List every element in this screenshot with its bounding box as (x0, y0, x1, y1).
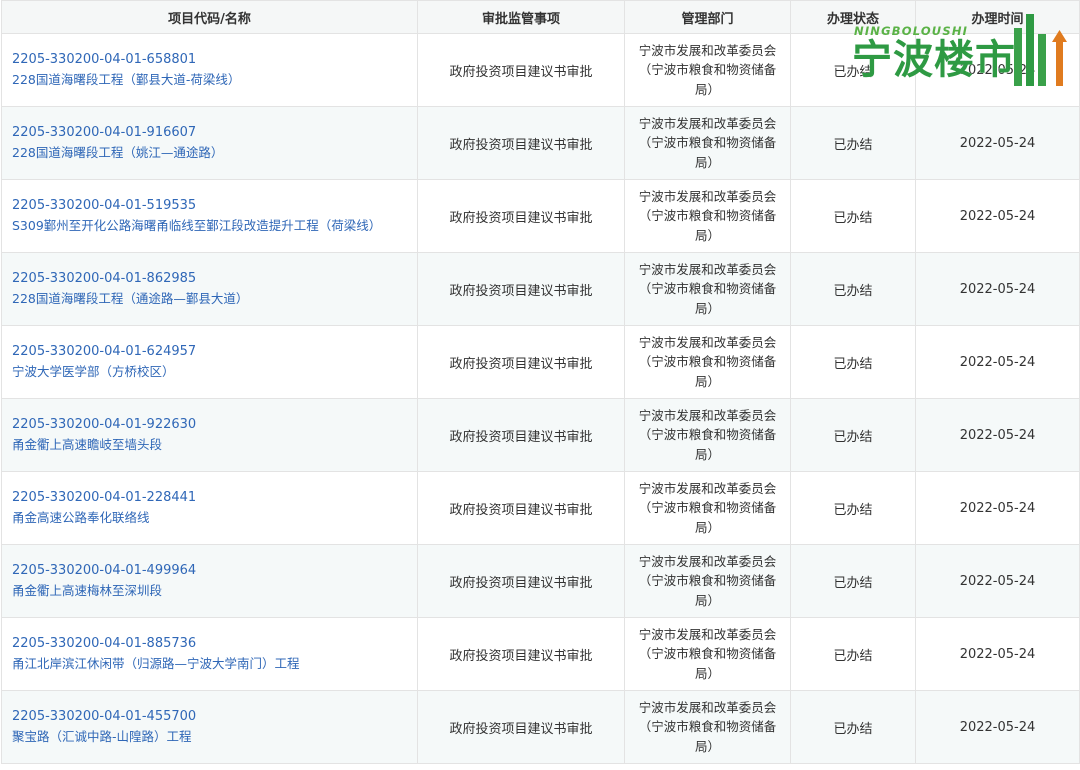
project-name-link[interactable]: 甬金衢上高速梅林至深圳段 (12, 581, 417, 601)
cell-item: 政府投资项目建议书审批 (417, 106, 625, 180)
project-name-link[interactable]: 甬金衢上高速瞻岐至墙头段 (12, 435, 417, 455)
cell-code-name: 2205-330200-04-01-519535 S309鄞州至开化公路海曙甬临… (1, 179, 418, 253)
dept-text: 宁波市发展和改革委员会（宁波市粮食和物资储备局） (638, 115, 777, 170)
cell-item: 政府投资项目建议书审批 (417, 179, 625, 253)
dept-text: 宁波市发展和改革委员会（宁波市粮食和物资储备局） (638, 188, 777, 243)
cell-dept: 宁波市发展和改革委员会（宁波市粮食和物资储备局） (624, 617, 791, 691)
cell-date: 2022-05-24 (915, 544, 1080, 618)
cell-date: 2022-05-24 (915, 106, 1080, 180)
cell-code-name: 2205-330200-04-01-624957 宁波大学医学部（方桥校区） (1, 325, 418, 399)
project-code-link[interactable]: 2205-330200-04-01-455700 (12, 707, 417, 727)
cell-status: 已办结 (790, 544, 916, 618)
table-row: 2205-330200-04-01-862985 228国道海曙段工程（通途路—… (1, 252, 1080, 326)
cell-item: 政府投资项目建议书审批 (417, 398, 625, 472)
dept-text: 宁波市发展和改革委员会（宁波市粮食和物资储备局） (638, 699, 777, 754)
table-body: 2205-330200-04-01-658801 228国道海曙段工程（鄞县大道… (1, 33, 1080, 764)
header-status: 办理状态 (790, 0, 916, 34)
table-row: 2205-330200-04-01-916607 228国道海曙段工程（姚江—通… (1, 106, 1080, 180)
project-code-link[interactable]: 2205-330200-04-01-916607 (12, 123, 417, 143)
table-row: 2205-330200-04-01-455700 聚宝路（汇诚中路-山隍路）工程… (1, 690, 1080, 764)
cell-dept: 宁波市发展和改革委员会（宁波市粮食和物资储备局） (624, 398, 791, 472)
cell-status: 已办结 (790, 690, 916, 764)
cell-dept: 宁波市发展和改革委员会（宁波市粮食和物资储备局） (624, 325, 791, 399)
project-code-link[interactable]: 2205-330200-04-01-658801 (12, 50, 417, 70)
table-row: 2205-330200-04-01-658801 228国道海曙段工程（鄞县大道… (1, 33, 1080, 107)
cell-code-name: 2205-330200-04-01-916607 228国道海曙段工程（姚江—通… (1, 106, 418, 180)
project-code-link[interactable]: 2205-330200-04-01-499964 (12, 561, 417, 581)
cell-item: 政府投资项目建议书审批 (417, 617, 625, 691)
dept-text: 宁波市发展和改革委员会（宁波市粮食和物资储备局） (638, 334, 777, 389)
cell-code-name: 2205-330200-04-01-499964 甬金衢上高速梅林至深圳段 (1, 544, 418, 618)
project-name-link[interactable]: 228国道海曙段工程（鄞县大道-荷梁线） (12, 70, 417, 90)
cell-dept: 宁波市发展和改革委员会（宁波市粮食和物资储备局） (624, 471, 791, 545)
table-header: 项目代码/名称 审批监管事项 管理部门 办理状态 办理时间 (1, 0, 1080, 34)
project-name-link[interactable]: 甬江北岸滨江休闲带（归源路—宁波大学南门）工程 (12, 654, 417, 674)
cell-dept: 宁波市发展和改革委员会（宁波市粮食和物资储备局） (624, 33, 791, 107)
project-code-link[interactable]: 2205-330200-04-01-624957 (12, 342, 417, 362)
cell-item: 政府投资项目建议书审批 (417, 544, 625, 618)
cell-code-name: 2205-330200-04-01-862985 228国道海曙段工程（通途路—… (1, 252, 418, 326)
cell-status: 已办结 (790, 179, 916, 253)
project-code-link[interactable]: 2205-330200-04-01-885736 (12, 634, 417, 654)
project-name-link[interactable]: 228国道海曙段工程（姚江—通途路） (12, 143, 417, 163)
cell-dept: 宁波市发展和改革委员会（宁波市粮食和物资储备局） (624, 106, 791, 180)
cell-dept: 宁波市发展和改革委员会（宁波市粮食和物资储备局） (624, 179, 791, 253)
cell-date: 2022-05-24 (915, 325, 1080, 399)
project-name-link[interactable]: 宁波大学医学部（方桥校区） (12, 362, 417, 382)
cell-dept: 宁波市发展和改革委员会（宁波市粮食和物资储备局） (624, 690, 791, 764)
cell-status: 已办结 (790, 252, 916, 326)
project-name-link[interactable]: 228国道海曙段工程（通途路—鄞县大道） (12, 289, 417, 309)
header-dept: 管理部门 (624, 0, 791, 34)
cell-status: 已办结 (790, 617, 916, 691)
cell-date: 2022-05-24 (915, 690, 1080, 764)
project-name-link[interactable]: 聚宝路（汇诚中路-山隍路）工程 (12, 727, 417, 747)
table-row: 2205-330200-04-01-228441 甬金高速公路奉化联络线 政府投… (1, 471, 1080, 545)
cell-code-name: 2205-330200-04-01-922630 甬金衢上高速瞻岐至墙头段 (1, 398, 418, 472)
cell-status: 已办结 (790, 33, 916, 107)
dept-text: 宁波市发展和改革委员会（宁波市粮食和物资储备局） (638, 407, 777, 462)
cell-date: 2022-05-24 (915, 471, 1080, 545)
header-date: 办理时间 (915, 0, 1080, 34)
dept-text: 宁波市发展和改革委员会（宁波市粮食和物资储备局） (638, 626, 777, 681)
project-name-link[interactable]: S309鄞州至开化公路海曙甬临线至鄞江段改造提升工程（荷梁线） (12, 216, 417, 236)
table-row: 2205-330200-04-01-499964 甬金衢上高速梅林至深圳段 政府… (1, 544, 1080, 618)
table-row: 2205-330200-04-01-624957 宁波大学医学部（方桥校区） 政… (1, 325, 1080, 399)
dept-text: 宁波市发展和改革委员会（宁波市粮食和物资储备局） (638, 480, 777, 535)
approval-table: 项目代码/名称 审批监管事项 管理部门 办理状态 办理时间 2205-33020… (1, 0, 1080, 764)
project-code-link[interactable]: 2205-330200-04-01-862985 (12, 269, 417, 289)
table-row: 2205-330200-04-01-885736 甬江北岸滨江休闲带（归源路—宁… (1, 617, 1080, 691)
cell-date: 2022-05-24 (915, 398, 1080, 472)
cell-code-name: 2205-330200-04-01-455700 聚宝路（汇诚中路-山隍路）工程 (1, 690, 418, 764)
cell-date: 2022-05-24 (915, 33, 1080, 107)
cell-date: 2022-05-24 (915, 617, 1080, 691)
cell-date: 2022-05-24 (915, 179, 1080, 253)
cell-item: 政府投资项目建议书审批 (417, 33, 625, 107)
cell-date: 2022-05-24 (915, 252, 1080, 326)
cell-code-name: 2205-330200-04-01-658801 228国道海曙段工程（鄞县大道… (1, 33, 418, 107)
dept-text: 宁波市发展和改革委员会（宁波市粮食和物资储备局） (638, 553, 777, 608)
header-code-name: 项目代码/名称 (1, 0, 418, 34)
project-code-link[interactable]: 2205-330200-04-01-228441 (12, 488, 417, 508)
cell-item: 政府投资项目建议书审批 (417, 471, 625, 545)
cell-dept: 宁波市发展和改革委员会（宁波市粮食和物资储备局） (624, 544, 791, 618)
project-code-link[interactable]: 2205-330200-04-01-519535 (12, 196, 417, 216)
cell-item: 政府投资项目建议书审批 (417, 252, 625, 326)
cell-status: 已办结 (790, 106, 916, 180)
table-row: 2205-330200-04-01-519535 S309鄞州至开化公路海曙甬临… (1, 179, 1080, 253)
cell-status: 已办结 (790, 471, 916, 545)
dept-text: 宁波市发展和改革委员会（宁波市粮食和物资储备局） (638, 261, 777, 316)
cell-item: 政府投资项目建议书审批 (417, 325, 625, 399)
table-row: 2205-330200-04-01-922630 甬金衢上高速瞻岐至墙头段 政府… (1, 398, 1080, 472)
cell-status: 已办结 (790, 325, 916, 399)
dept-text: 宁波市发展和改革委员会（宁波市粮食和物资储备局） (638, 42, 777, 97)
header-item: 审批监管事项 (417, 0, 625, 34)
cell-dept: 宁波市发展和改革委员会（宁波市粮食和物资储备局） (624, 252, 791, 326)
project-name-link[interactable]: 甬金高速公路奉化联络线 (12, 508, 417, 528)
cell-code-name: 2205-330200-04-01-228441 甬金高速公路奉化联络线 (1, 471, 418, 545)
cell-status: 已办结 (790, 398, 916, 472)
cell-code-name: 2205-330200-04-01-885736 甬江北岸滨江休闲带（归源路—宁… (1, 617, 418, 691)
cell-item: 政府投资项目建议书审批 (417, 690, 625, 764)
project-code-link[interactable]: 2205-330200-04-01-922630 (12, 415, 417, 435)
